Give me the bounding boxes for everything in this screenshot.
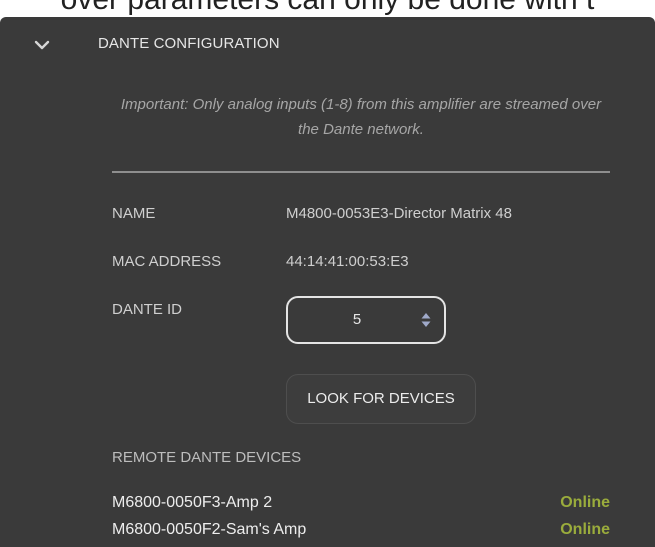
look-for-devices-button[interactable]: LOOK FOR DEVICES	[286, 374, 476, 424]
dante-id-value[interactable]: 5	[288, 298, 426, 342]
dante-id-stepper[interactable]: 5	[286, 296, 446, 344]
name-value: M4800-0053E3-Director Matrix 48	[286, 205, 512, 222]
device-status-online: Online	[560, 521, 610, 538]
mac-address-label: MAC ADDRESS	[112, 253, 222, 270]
dante-id-label: DANTE ID	[112, 301, 183, 318]
section-title: DANTE CONFIGURATION	[98, 35, 280, 52]
chevron-down-icon[interactable]	[32, 35, 52, 55]
remote-device-name: M6800-0050F3-Amp 2	[112, 494, 273, 511]
device-status-online: Online	[560, 494, 610, 511]
updown-arrows-icon[interactable]	[420, 311, 432, 329]
name-label: NAME	[112, 205, 156, 222]
dante-configuration-panel: DANTE CONFIGURATION Important: Only anal…	[0, 17, 655, 547]
remote-devices-label: REMOTE DANTE DEVICES	[112, 449, 302, 466]
dante-note: Important: Only analog inputs (1-8) from…	[120, 96, 602, 138]
remote-device-name: M6800-0050F2-Sam's Amp	[112, 521, 307, 538]
divider	[112, 171, 610, 173]
section-header[interactable]: DANTE CONFIGURATION	[0, 17, 655, 71]
mac-address-value: 44:14:41:00:53:E3	[286, 253, 409, 270]
